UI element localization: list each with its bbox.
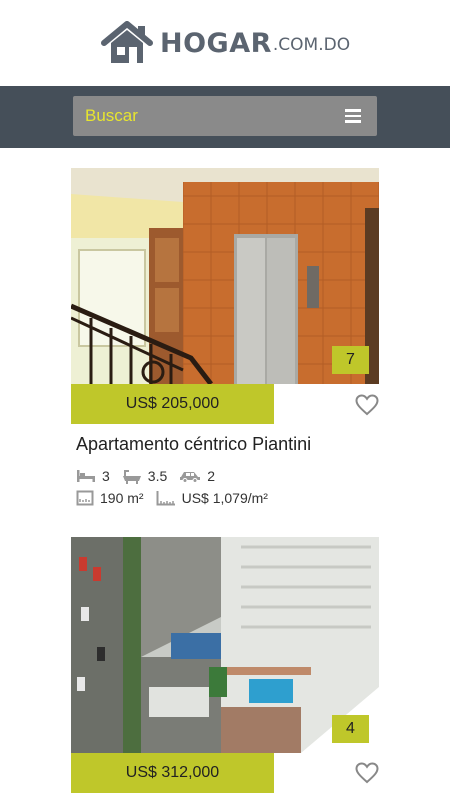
logo-domain-text: .COM.DO	[272, 35, 351, 55]
listing-card[interactable]: 7 US$ 205,000 Apartamento céntrico Piant…	[71, 168, 379, 518]
area-feature: 190 m²	[76, 490, 144, 506]
listing-card[interactable]: 4 US$ 312,000	[71, 537, 379, 800]
site-logo[interactable]: HOGAR .COM.DO	[100, 20, 350, 66]
search-placeholder: Buscar	[85, 106, 138, 125]
photo-count-badge: 4	[332, 715, 369, 743]
parking-value: 2	[207, 468, 216, 484]
bathtub-icon	[122, 470, 141, 484]
area-value: 190 m²	[100, 490, 144, 506]
price-tag: US$ 205,000	[71, 384, 274, 424]
search-bar: Buscar	[0, 86, 450, 148]
bathrooms-feature: 3.5	[122, 468, 167, 484]
price-per-m2-feature: US$ 1,079/m²	[156, 490, 268, 506]
logo-brand-text: HOGAR	[160, 27, 272, 59]
parking-feature: 2	[179, 468, 215, 484]
listing-photo[interactable]: 7	[71, 168, 379, 384]
house-logo-icon	[101, 21, 153, 63]
listing-features-row: 3 3.5 2	[76, 468, 227, 484]
area-square-icon	[76, 490, 94, 506]
photo-count-badge: 7	[332, 346, 369, 374]
hamburger-menu-icon[interactable]	[345, 106, 365, 126]
bedrooms-feature: 3	[76, 468, 110, 484]
bedrooms-value: 3	[102, 468, 110, 484]
listing-photo[interactable]: 4	[71, 537, 379, 753]
heart-favorite-icon[interactable]	[355, 394, 379, 416]
price-per-m2-value: US$ 1,079/m²	[181, 490, 268, 506]
ruler-icon	[156, 491, 175, 506]
bathrooms-value: 3.5	[147, 468, 168, 484]
search-input[interactable]: Buscar	[73, 96, 377, 136]
heart-favorite-icon[interactable]	[355, 762, 379, 784]
app-header: HOGAR .COM.DO	[0, 0, 450, 86]
listing-title[interactable]: Apartamento céntrico Piantini	[76, 434, 311, 455]
bed-icon	[77, 470, 95, 482]
price-tag: US$ 312,000	[71, 753, 274, 793]
listing-area-row: 190 m² US$ 1,079/m²	[76, 490, 280, 506]
car-icon	[180, 472, 201, 483]
